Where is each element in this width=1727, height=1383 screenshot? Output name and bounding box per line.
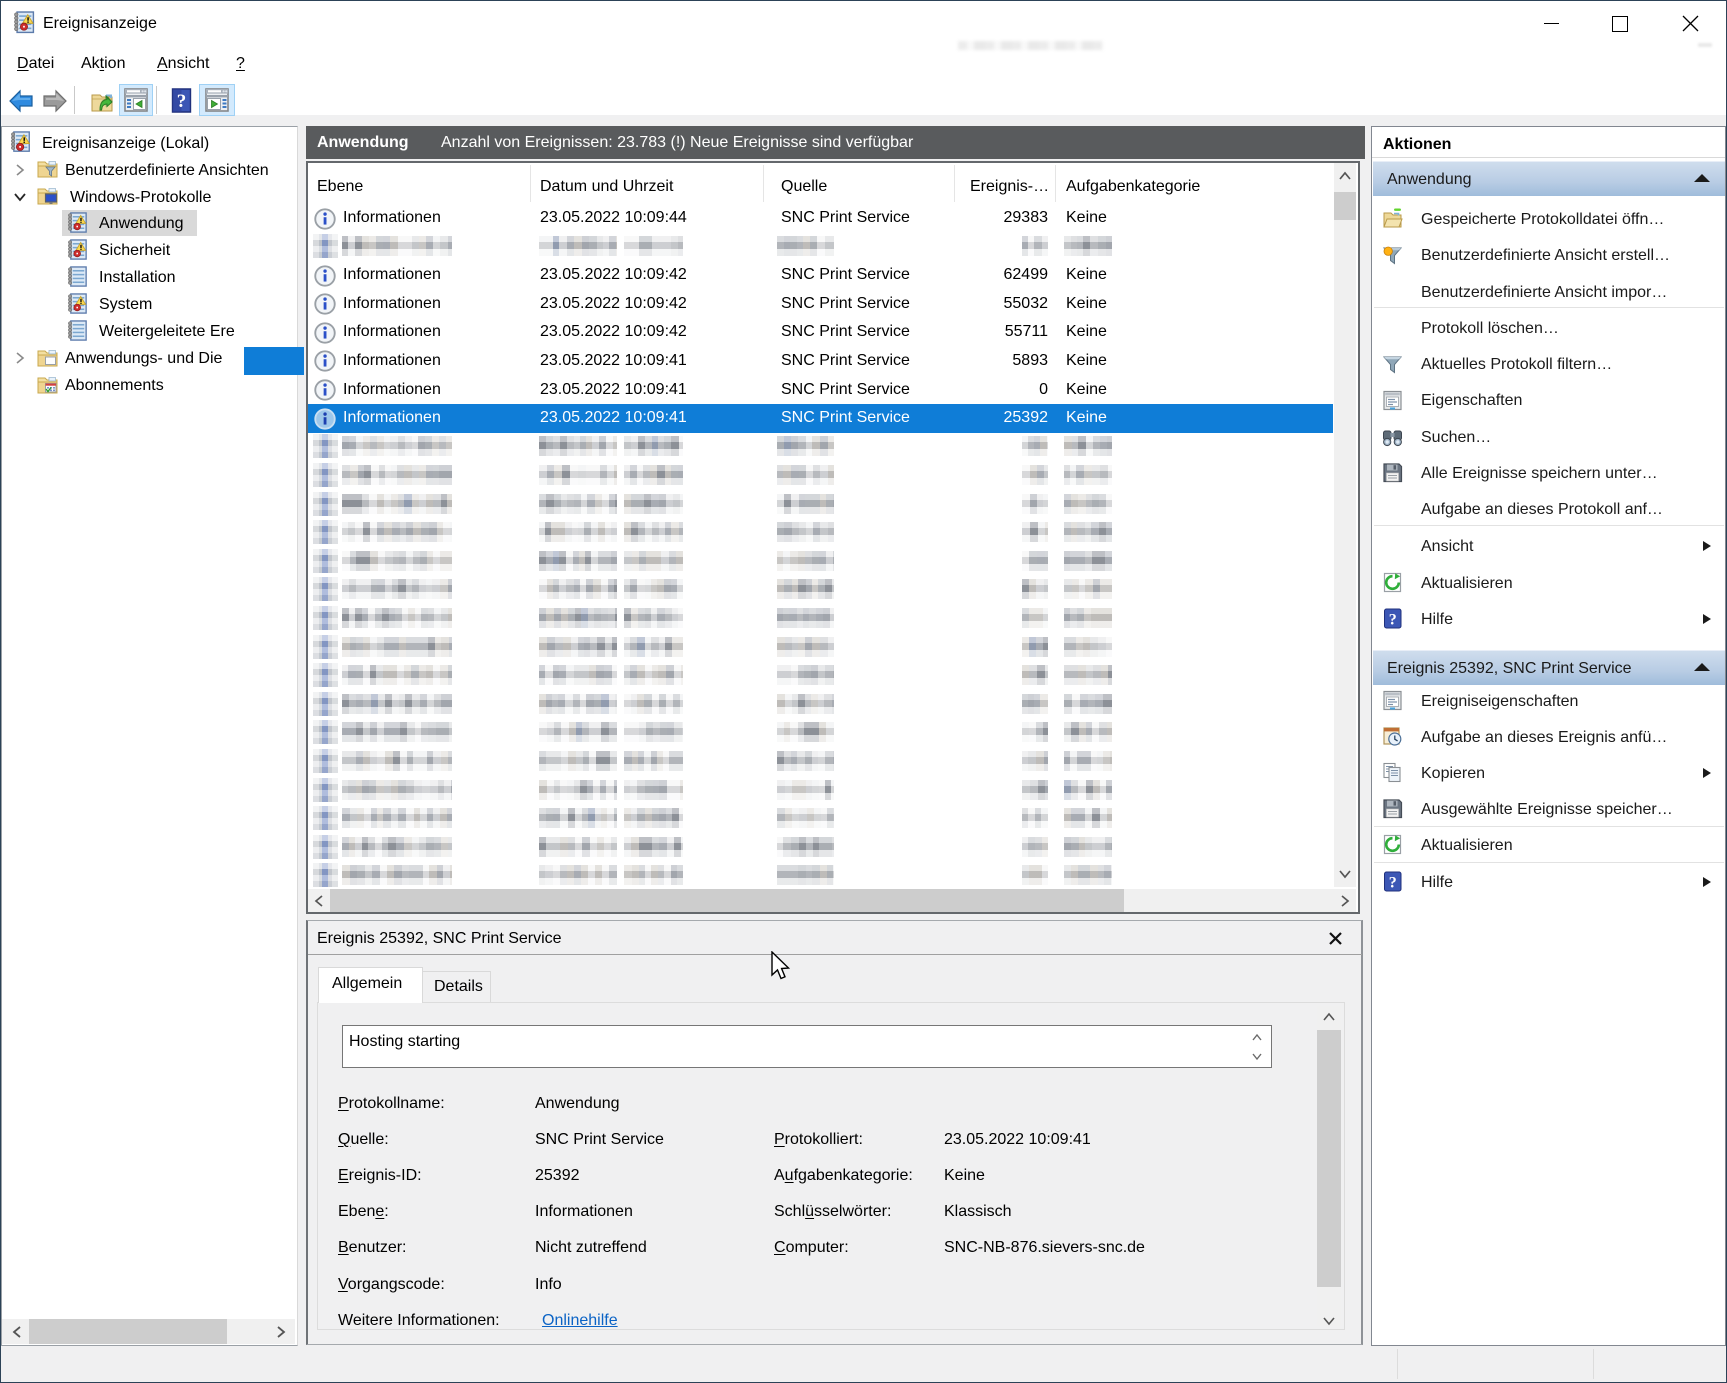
svg-text:?: ? bbox=[177, 91, 187, 112]
